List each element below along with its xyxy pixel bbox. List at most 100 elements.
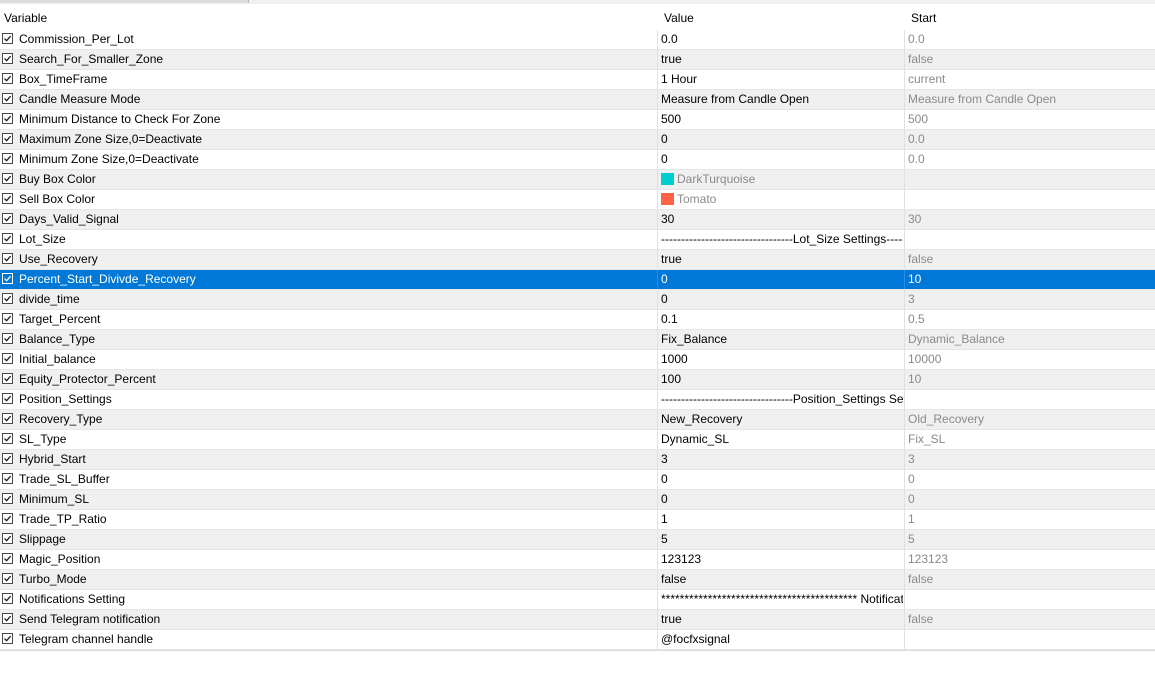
start-cell[interactable] xyxy=(908,390,1154,409)
start-cell[interactable]: false xyxy=(908,250,1154,269)
value-cell[interactable]: 0 xyxy=(661,470,903,489)
value-cell[interactable]: 0 xyxy=(661,150,903,169)
checkbox-checked-icon[interactable] xyxy=(2,593,13,604)
checkbox-checked-icon[interactable] xyxy=(2,93,13,104)
start-cell[interactable]: 10 xyxy=(908,370,1154,389)
value-cell[interactable]: Measure from Candle Open xyxy=(661,90,903,109)
checkbox-checked-icon[interactable] xyxy=(2,493,13,504)
checkbox-checked-icon[interactable] xyxy=(2,173,13,184)
checkbox-checked-icon[interactable] xyxy=(2,53,13,64)
table-row[interactable]: Recovery_Type New_Recovery Old_Recovery xyxy=(0,410,1155,430)
start-cell[interactable]: Dynamic_Balance xyxy=(908,330,1154,349)
checkbox-checked-icon[interactable] xyxy=(2,33,13,44)
checkbox-checked-icon[interactable] xyxy=(2,433,13,444)
checkbox-checked-icon[interactable] xyxy=(2,553,13,564)
table-row[interactable]: Target_Percent 0.1 0.5 xyxy=(0,310,1155,330)
table-row[interactable]: Minimum_SL 0 0 xyxy=(0,490,1155,510)
table-row[interactable]: Lot_Size --------------------------------… xyxy=(0,230,1155,250)
value-cell[interactable]: 3 xyxy=(661,450,903,469)
checkbox-checked-icon[interactable] xyxy=(2,373,13,384)
table-row[interactable]: Hybrid_Start 3 3 xyxy=(0,450,1155,470)
value-cell[interactable]: 0 xyxy=(661,270,903,289)
start-cell[interactable]: 30 xyxy=(908,210,1154,229)
value-cell[interactable]: 500 xyxy=(661,110,903,129)
start-cell[interactable] xyxy=(908,630,1154,649)
checkbox-checked-icon[interactable] xyxy=(2,193,13,204)
start-cell[interactable]: 500 xyxy=(908,110,1154,129)
start-cell[interactable]: 0.5 xyxy=(908,310,1154,329)
checkbox-checked-icon[interactable] xyxy=(2,153,13,164)
start-cell[interactable] xyxy=(908,230,1154,249)
table-row[interactable]: divide_time 0 3 xyxy=(0,290,1155,310)
start-cell[interactable]: 10 xyxy=(908,270,1154,289)
checkbox-checked-icon[interactable] xyxy=(2,233,13,244)
value-cell[interactable]: 5 xyxy=(661,530,903,549)
table-row[interactable]: Trade_TP_Ratio 1 1 xyxy=(0,510,1155,530)
start-cell[interactable]: 3 xyxy=(908,290,1154,309)
checkbox-checked-icon[interactable] xyxy=(2,513,13,524)
value-cell[interactable]: ---------------------------------Positio… xyxy=(661,390,903,409)
checkbox-checked-icon[interactable] xyxy=(2,353,13,364)
table-row[interactable]: Buy Box Color DarkTurquoise xyxy=(0,170,1155,190)
value-cell[interactable]: 1 Hour xyxy=(661,70,903,89)
value-cell[interactable]: 1 xyxy=(661,510,903,529)
start-cell[interactable]: 5 xyxy=(908,530,1154,549)
table-row[interactable]: Box_TimeFrame 1 Hour current xyxy=(0,70,1155,90)
table-row[interactable]: Balance_Type Fix_Balance Dynamic_Balance xyxy=(0,330,1155,350)
checkbox-checked-icon[interactable] xyxy=(2,633,13,644)
value-cell[interactable]: 0.1 xyxy=(661,310,903,329)
column-header-start[interactable]: Start xyxy=(911,8,936,30)
checkbox-checked-icon[interactable] xyxy=(2,73,13,84)
value-cell[interactable]: 100 xyxy=(661,370,903,389)
value-cell[interactable]: 0 xyxy=(661,130,903,149)
start-cell[interactable] xyxy=(908,590,1154,609)
table-row[interactable]: Initial_balance 1000 10000 xyxy=(0,350,1155,370)
start-cell[interactable]: 10000 xyxy=(908,350,1154,369)
value-cell[interactable]: 0.0 xyxy=(661,30,903,49)
checkbox-checked-icon[interactable] xyxy=(2,613,13,624)
value-cell[interactable]: Dynamic_SL xyxy=(661,430,903,449)
value-cell[interactable]: @focfxsignal xyxy=(661,630,903,649)
table-row[interactable]: Telegram channel handle @focfxsignal xyxy=(0,630,1155,650)
column-header-value[interactable]: Value xyxy=(664,8,694,30)
table-row[interactable]: Equity_Protector_Percent 100 10 xyxy=(0,370,1155,390)
value-cell[interactable]: 0 xyxy=(661,290,903,309)
value-cell[interactable]: 30 xyxy=(661,210,903,229)
start-cell[interactable]: 0.0 xyxy=(908,130,1154,149)
checkbox-checked-icon[interactable] xyxy=(2,573,13,584)
start-cell[interactable]: false xyxy=(908,570,1154,589)
table-row[interactable]: Slippage 5 5 xyxy=(0,530,1155,550)
table-row[interactable]: Commission_Per_Lot 0.0 0.0 xyxy=(0,30,1155,50)
start-cell[interactable]: 0.0 xyxy=(908,30,1154,49)
start-cell[interactable]: 123123 xyxy=(908,550,1154,569)
value-cell[interactable]: true xyxy=(661,250,903,269)
checkbox-checked-icon[interactable] xyxy=(2,533,13,544)
table-row[interactable]: Trade_SL_Buffer 0 0 xyxy=(0,470,1155,490)
table-row[interactable]: Percent_Start_Divivde_Recovery 0 10 xyxy=(0,270,1155,290)
value-cell[interactable]: Tomato xyxy=(661,190,903,209)
table-row[interactable]: Candle Measure Mode Measure from Candle O… xyxy=(0,90,1155,110)
checkbox-checked-icon[interactable] xyxy=(2,293,13,304)
start-cell[interactable]: 1 xyxy=(908,510,1154,529)
column-header-variable[interactable]: Variable xyxy=(4,8,47,30)
table-row[interactable]: Minimum Distance to Check For Zone 500 500 xyxy=(0,110,1155,130)
start-cell[interactable]: Fix_SL xyxy=(908,430,1154,449)
table-row[interactable]: Days_Valid_Signal 30 30 xyxy=(0,210,1155,230)
value-cell[interactable]: true xyxy=(661,610,903,629)
start-cell[interactable]: 0 xyxy=(908,490,1154,509)
checkbox-checked-icon[interactable] xyxy=(2,473,13,484)
start-cell[interactable] xyxy=(908,170,1154,189)
value-cell[interactable]: ****************************************… xyxy=(661,590,903,609)
table-row[interactable]: Use_Recovery true false xyxy=(0,250,1155,270)
value-cell[interactable]: 123123 xyxy=(661,550,903,569)
value-cell[interactable]: false xyxy=(661,570,903,589)
start-cell[interactable]: current xyxy=(908,70,1154,89)
checkbox-checked-icon[interactable] xyxy=(2,393,13,404)
checkbox-checked-icon[interactable] xyxy=(2,333,13,344)
value-cell[interactable]: New_Recovery xyxy=(661,410,903,429)
table-row[interactable]: Search_For_Smaller_Zone true false xyxy=(0,50,1155,70)
checkbox-checked-icon[interactable] xyxy=(2,213,13,224)
table-row[interactable]: Maximum Zone Size,0=Deactivate 0 0.0 xyxy=(0,130,1155,150)
checkbox-checked-icon[interactable] xyxy=(2,453,13,464)
tab-indicator[interactable] xyxy=(0,0,249,3)
